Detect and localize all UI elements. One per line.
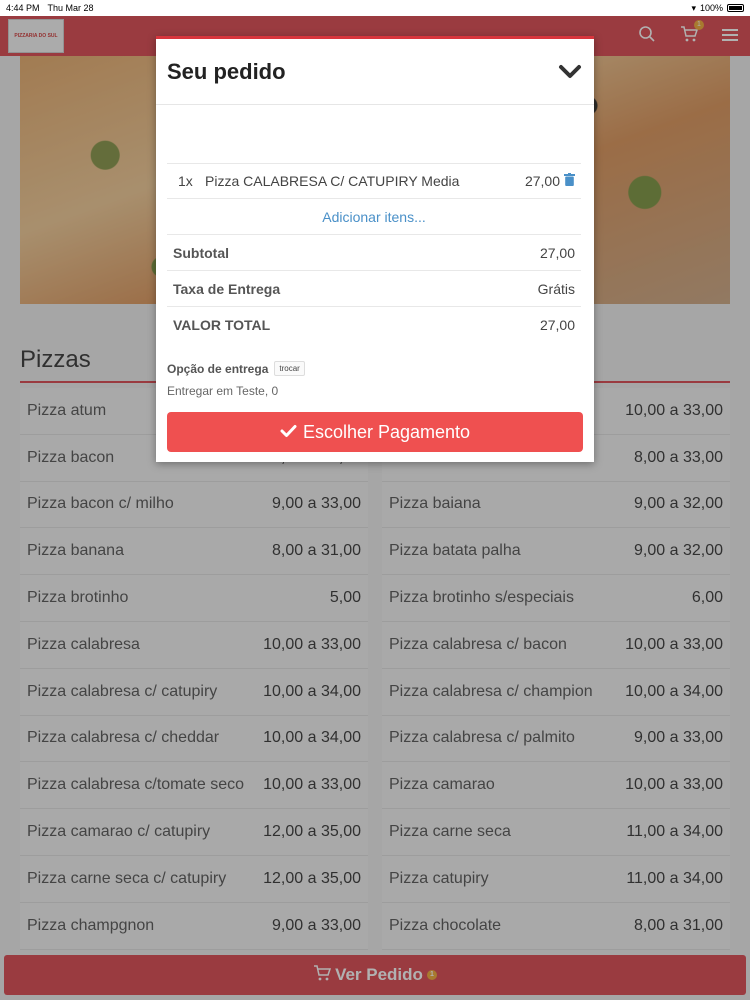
total-label: VALOR TOTAL: [173, 317, 271, 333]
choose-payment-label: Escolher Pagamento: [302, 421, 471, 442]
subtotal-value: 27,00: [539, 244, 575, 261]
item-price: 27,00: [524, 173, 560, 189]
order-item-row: 1x Pizza CALABRESA C/ CATUPIRY Media 27,…: [167, 163, 581, 199]
battery-icon: [727, 4, 744, 12]
status-time: 4:44 PM: [6, 3, 40, 13]
delivery-address: Entregar em Teste, 0: [167, 384, 279, 398]
delivery-fee-label: Taxa de Entrega: [173, 280, 281, 297]
trash-icon[interactable]: [564, 173, 575, 189]
choose-payment-button[interactable]: Escolher Pagamento: [167, 412, 583, 452]
subtotal-row: Subtotal 27,00: [167, 235, 581, 271]
add-items-link[interactable]: Adicionar itens...: [167, 199, 581, 235]
item-name: Pizza CALABRESA C/ CATUPIRY Media: [205, 173, 460, 189]
delivery-fee-row: Taxa de Entrega Grátis: [167, 271, 581, 307]
total-row: VALOR TOTAL 27,00: [167, 307, 581, 343]
total-value: 27,00: [539, 317, 575, 333]
delivery-option: Opção de entrega trocar: [167, 361, 305, 376]
delivery-option-label: Opção de entrega: [167, 361, 269, 376]
check-icon: [280, 422, 297, 443]
chevron-down-icon[interactable]: [557, 59, 583, 85]
battery-percent: 100%: [699, 3, 723, 13]
item-quantity: 1x: [178, 173, 193, 189]
change-delivery-button[interactable]: trocar: [274, 361, 305, 376]
modal-title: Seu pedido: [167, 58, 286, 84]
delivery-fee-value: Grátis: [537, 280, 575, 297]
status-bar: 4:44 PM Thu Mar 28 ▾ 100%: [0, 0, 750, 16]
order-modal: Seu pedido 1x Pizza CALABRESA C/ CATUPIR…: [156, 36, 594, 462]
wifi-icon: ▾: [691, 2, 696, 13]
subtotal-label: Subtotal: [173, 244, 229, 261]
status-date: Thu Mar 28: [47, 3, 94, 13]
